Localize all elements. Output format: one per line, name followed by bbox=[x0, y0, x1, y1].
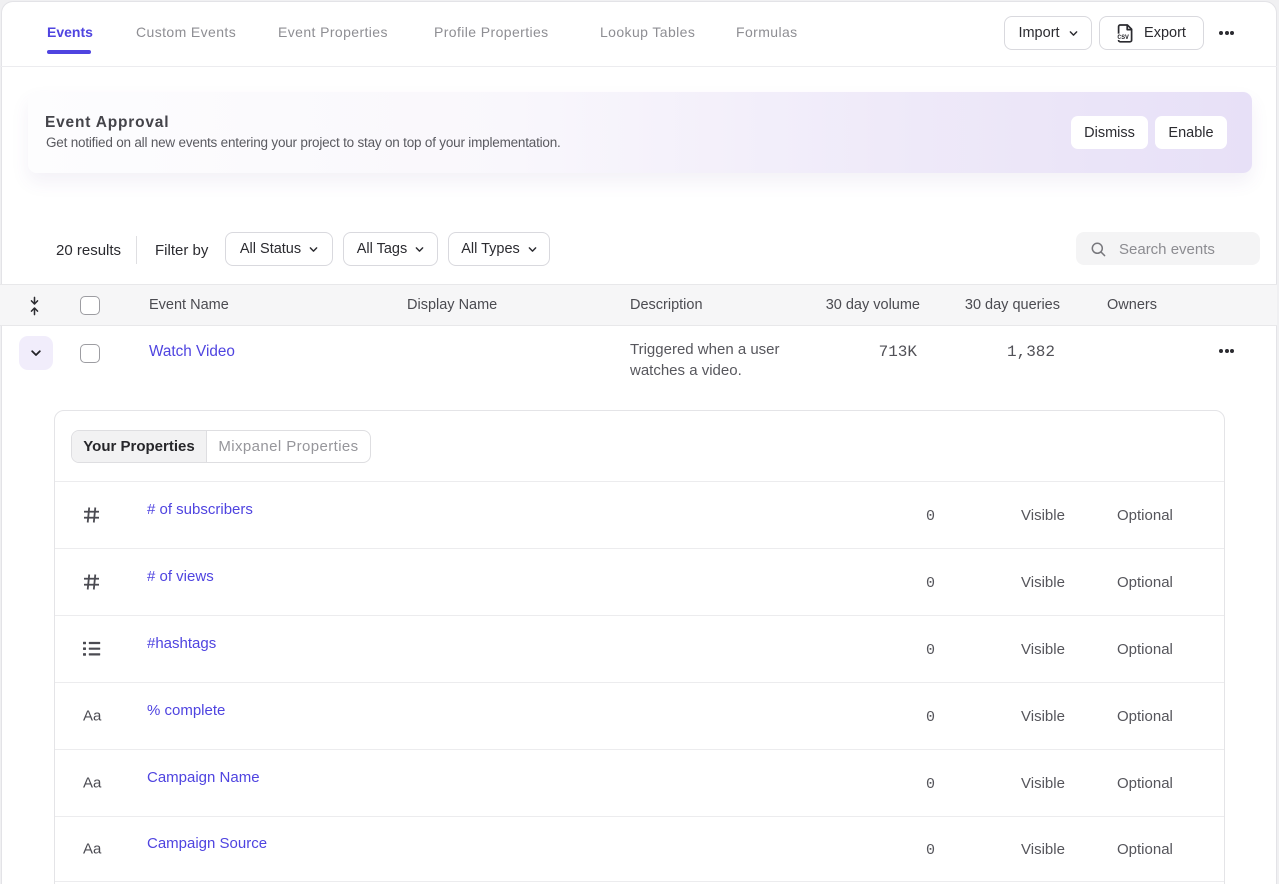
svg-text:CSV: CSV bbox=[1117, 34, 1129, 41]
